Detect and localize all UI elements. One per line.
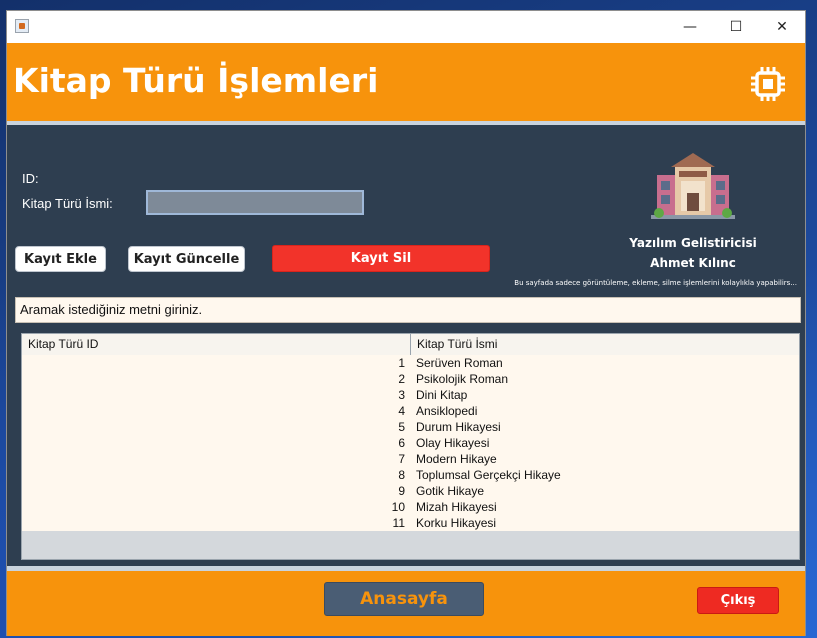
close-button[interactable]: ✕ [759,11,805,43]
cell-id: 8 [398,468,405,482]
table-row[interactable]: 11 Korku Hikayesi [22,515,799,531]
cell-name: Dini Kitap [416,388,468,402]
cell-name: Modern Hikaye [416,452,497,466]
cell-id: 11 [392,516,405,530]
column-header-name[interactable]: Kitap Türü İsmi [411,334,799,355]
cell-name: Toplumsal Gerçekçi Hikaye [416,468,561,482]
cell-name: Mizah Hikayesi [416,500,497,514]
developer-note: Bu sayfada sadece görüntüleme, ekleme, s… [514,279,797,287]
cell-id: 10 [391,500,405,514]
minimize-button[interactable]: — [667,11,713,43]
app-window: — ☐ ✕ Kitap Türü İşlemleri ID: Kitap Tür… [6,10,806,636]
cell-id: 5 [398,420,405,434]
table-row[interactable]: 7 Modern Hikaye [22,451,799,467]
main-panel: ID: Kitap Türü İsmi: Kayıt Ekle Kayıt Gü… [7,121,805,566]
cell-id: 2 [398,372,405,386]
book-type-name-input[interactable] [146,190,364,215]
page-footer: Anasayfa Çıkış [7,566,805,636]
delete-record-button[interactable]: Kayıt Sil [272,245,490,272]
table-row[interactable]: 1 Serüven Roman [22,355,799,371]
cell-name: Serüven Roman [416,356,503,370]
table-row[interactable]: 6 Olay Hikayesi [22,435,799,451]
developer-name: Ahmet Kılınc [650,256,736,270]
home-button[interactable]: Anasayfa [324,582,484,616]
cell-id: 7 [398,452,405,466]
id-label: ID: [22,171,39,186]
cell-name: Korku Hikayesi [416,516,497,530]
cell-id: 9 [398,484,405,498]
cell-name: Durum Hikayesi [416,420,501,434]
table-row[interactable]: 2 Psikolojik Roman [22,371,799,387]
cell-id: 1 [398,356,405,370]
update-record-button[interactable]: Kayıt Güncelle [128,246,245,272]
cell-name: Olay Hikayesi [416,436,490,450]
page-title: Kitap Türü İşlemleri [13,61,379,100]
table-row[interactable]: 5 Durum Hikayesi [22,419,799,435]
table-header: Kitap Türü ID Kitap Türü İsmi [22,334,799,356]
book-type-name-label: Kitap Türü İsmi: [22,196,113,211]
book-type-table[interactable]: Kitap Türü ID Kitap Türü İsmi 1 Serüven … [21,333,800,560]
cell-id: 4 [398,404,405,418]
cell-id: 3 [398,388,405,402]
table-row[interactable]: 8 Toplumsal Gerçekçi Hikaye [22,467,799,483]
developer-title: Yazılım Gelistiricisi [629,236,757,250]
title-bar[interactable]: — ☐ ✕ [7,11,805,43]
table-body: 1 Serüven Roman 2 Psikolojik Roman 3 Din… [22,355,799,531]
table-row[interactable]: 3 Dini Kitap [22,387,799,403]
table-row[interactable]: 4 Ansiklopedi [22,403,799,419]
page-header: Kitap Türü İşlemleri [7,43,805,121]
add-record-button[interactable]: Kayıt Ekle [15,246,106,272]
cell-id: 6 [398,436,405,450]
chip-icon[interactable] [749,65,787,103]
search-input[interactable]: Aramak istediğiniz metni giriniz. [15,297,801,323]
table-row[interactable]: 10 Mizah Hikayesi [22,499,799,515]
exit-button[interactable]: Çıkış [697,587,779,614]
cell-name: Gotik Hikaye [416,484,485,498]
cell-name: Psikolojik Roman [416,372,509,386]
column-header-id[interactable]: Kitap Türü ID [22,334,411,355]
maximize-button[interactable]: ☐ [713,11,759,43]
table-row[interactable]: 9 Gotik Hikaye [22,483,799,499]
cell-name: Ansiklopedi [416,404,478,418]
library-building-icon [651,153,735,219]
java-app-icon [15,19,29,33]
